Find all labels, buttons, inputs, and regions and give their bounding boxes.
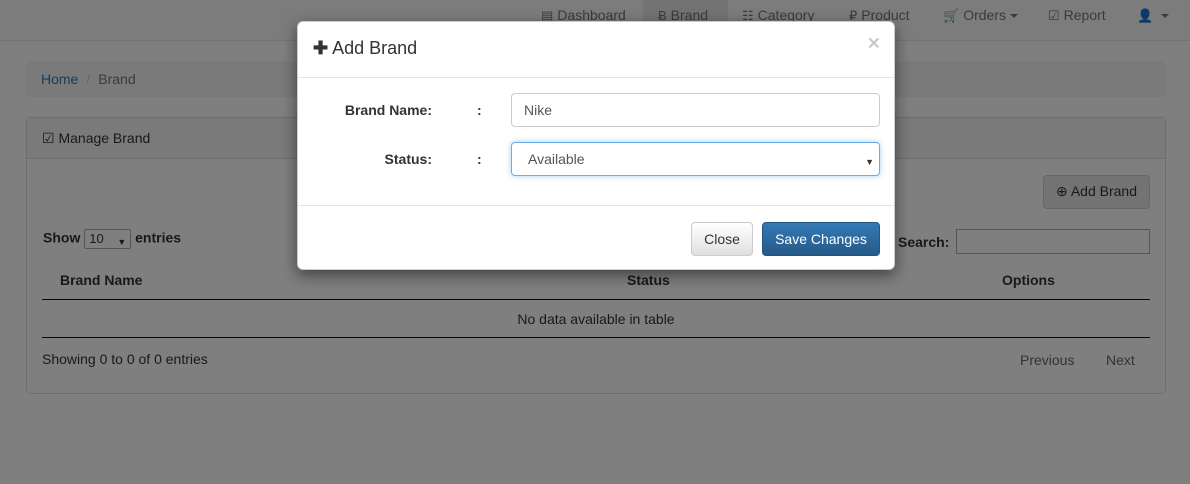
save-changes-button[interactable]: Save Changes [762, 222, 880, 256]
brand-name-label: Brand Name: [344, 102, 432, 118]
modal-header: ✚ Add Brand × [298, 22, 894, 78]
status-select-value: Available [528, 151, 585, 167]
add-brand-modal: ✚ Add Brand × Brand Name: : Nike Status: … [297, 21, 895, 270]
modal-title: ✚ Add Brand [313, 37, 879, 59]
status-label: Status: [384, 151, 432, 167]
chevron-down-icon: ▼ [865, 157, 874, 167]
modal-title-text: Add Brand [332, 38, 418, 58]
plus-icon: ✚ [313, 38, 329, 58]
status-colon: : [477, 151, 482, 167]
brand-name-input[interactable]: Nike [511, 93, 880, 127]
close-icon[interactable]: × [868, 33, 880, 54]
modal-footer: Close Save Changes [298, 205, 894, 269]
brand-name-colon: : [477, 102, 482, 118]
status-select[interactable]: Available ▼ [511, 142, 880, 176]
close-button[interactable]: Close [691, 222, 753, 256]
